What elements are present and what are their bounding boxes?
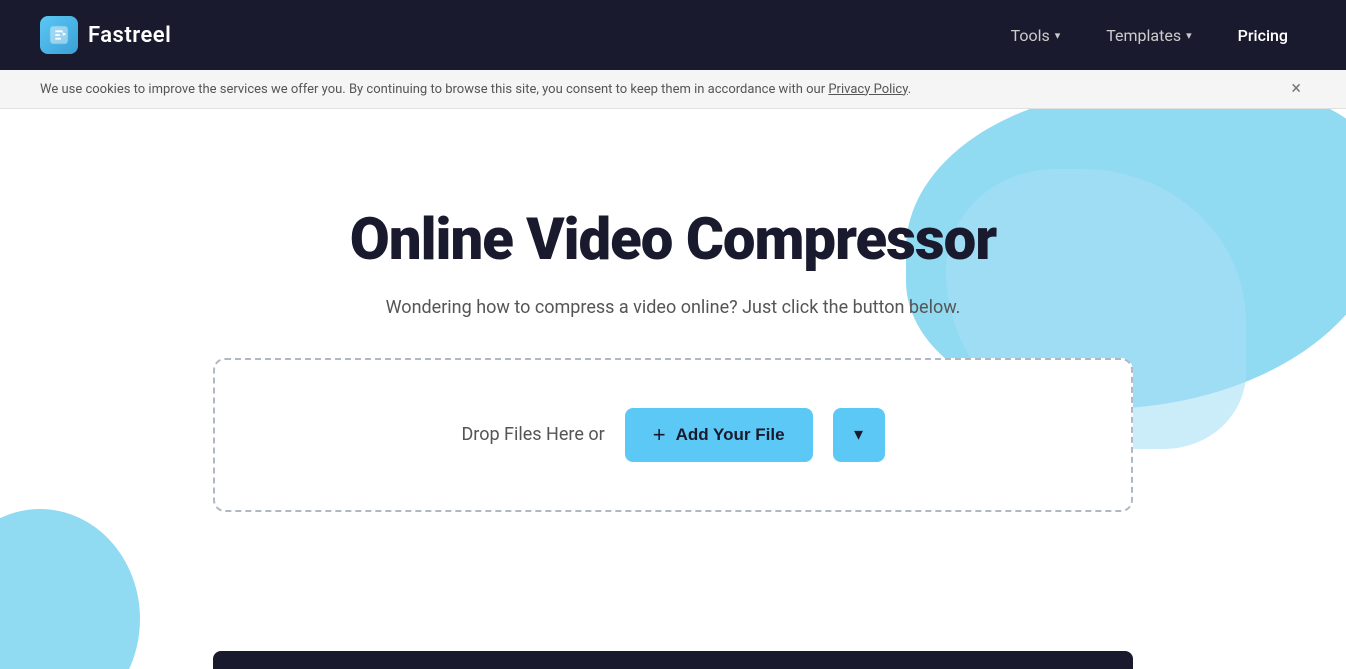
nav-tools-label: Tools <box>1011 26 1050 45</box>
drop-text: Drop Files Here or <box>461 424 604 445</box>
page-subtitle: Wondering how to compress a video online… <box>386 297 961 318</box>
page-center: Online Video Compressor Wondering how to… <box>0 109 1346 512</box>
add-file-dropdown-button[interactable]: ▾ <box>833 408 885 462</box>
main-content: Online Video Compressor Wondering how to… <box>0 109 1346 669</box>
cookie-message: We use cookies to improve the services w… <box>40 82 911 97</box>
add-file-button[interactable]: + Add Your File <box>625 408 813 462</box>
plus-icon: + <box>653 424 666 446</box>
add-file-label: Add Your File <box>676 425 785 445</box>
chevron-down-icon: ▾ <box>1055 29 1061 42</box>
brand-name: Fastreel <box>88 23 171 48</box>
cookie-banner: We use cookies to improve the services w… <box>0 70 1346 109</box>
nav-templates-label: Templates <box>1106 26 1181 45</box>
drop-zone[interactable]: Drop Files Here or + Add Your File ▾ <box>213 358 1133 512</box>
nav-pricing-label: Pricing <box>1238 26 1288 45</box>
chevron-down-icon: ▾ <box>1186 29 1192 42</box>
cookie-text: We use cookies to improve the services w… <box>40 82 825 97</box>
nav-menu: Tools ▾ Templates ▾ Pricing <box>993 16 1306 55</box>
blob-decoration-3 <box>0 509 140 669</box>
bottom-bar <box>213 651 1133 669</box>
nav-pricing[interactable]: Pricing <box>1220 16 1306 55</box>
privacy-policy-link[interactable]: Privacy Policy <box>828 82 907 97</box>
cookie-close-button[interactable]: × <box>1286 80 1306 98</box>
navbar: Fastreel Tools ▾ Templates ▾ Pricing <box>0 0 1346 70</box>
nav-tools[interactable]: Tools ▾ <box>993 16 1079 55</box>
nav-templates[interactable]: Templates ▾ <box>1088 16 1209 55</box>
page-title: Online Video Compressor <box>350 209 996 273</box>
brand[interactable]: Fastreel <box>40 16 171 54</box>
chevron-down-icon: ▾ <box>854 424 863 445</box>
brand-logo <box>40 16 78 54</box>
